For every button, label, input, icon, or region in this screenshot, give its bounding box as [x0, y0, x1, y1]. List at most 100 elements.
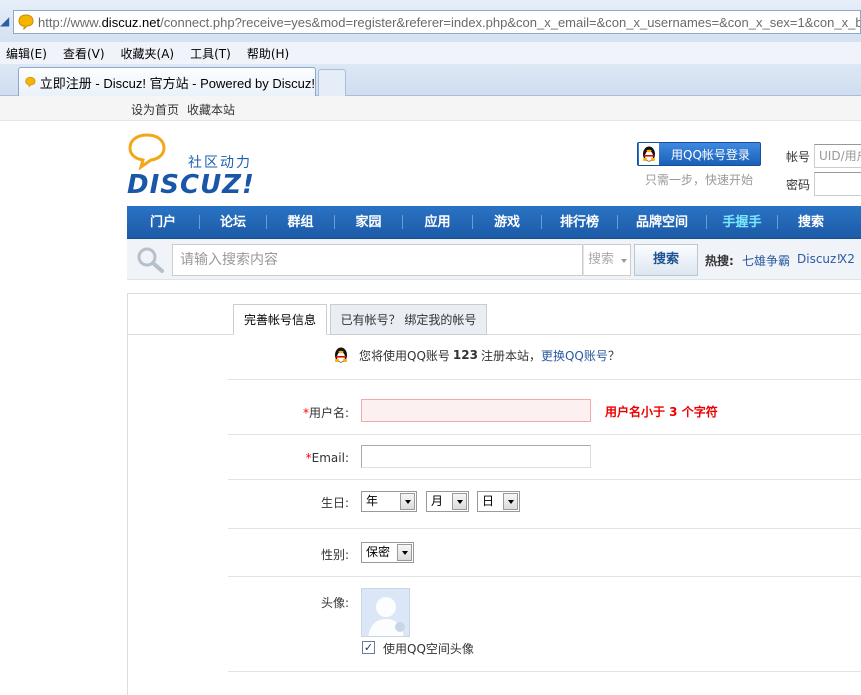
menu-bar: 编辑(E) 查看(V) 收藏夹(A) 工具(T) 帮助(H): [0, 42, 861, 64]
browser-tab-row: 立即注册 - Discuz! 官方站 - Powered by Discuz!: [0, 64, 861, 96]
nav-games[interactable]: 游戏: [473, 206, 541, 239]
chevron-down-icon: [452, 493, 467, 510]
address-row: ◢ http://www.discuz.net/connect.php?rece…: [0, 0, 861, 42]
menu-favorites[interactable]: 收藏夹(A): [121, 45, 175, 62]
birthday-label: 生日:: [320, 496, 349, 510]
site-topbar: 设为首页 收藏本站: [0, 96, 861, 121]
email-label: *Email:: [306, 451, 349, 465]
search-type-select[interactable]: 搜索: [583, 244, 631, 276]
account-input[interactable]: UID/用户: [814, 144, 861, 168]
use-qq-avatar-checkbox[interactable]: ✓: [362, 641, 375, 654]
search-button[interactable]: 搜索: [634, 244, 698, 276]
search-icon: [137, 247, 164, 273]
qq-login-button[interactable]: 用QQ帐号登录: [637, 142, 761, 166]
menu-tools[interactable]: 工具(T): [190, 45, 231, 62]
search-type-value: 搜索: [588, 252, 615, 267]
gender-label: 性别:: [320, 548, 349, 562]
hot-search-link[interactable]: 七雄争霸: [742, 252, 790, 269]
nav-apps[interactable]: 应用: [403, 206, 472, 239]
register-panel: 完善帐号信息 已有帐号？ 绑定我的帐号 您将使用QQ账号 123 注册本站， 更…: [127, 293, 861, 695]
site-logo[interactable]: 社区动力 DISCUZ!: [127, 132, 267, 200]
row-divider: [228, 671, 861, 672]
chevron-down-icon: [400, 493, 415, 510]
use-qq-avatar-label: 使用QQ空间头像: [383, 642, 474, 656]
nav-brand-space[interactable]: 品牌空间: [618, 206, 706, 239]
account-label: 帐号: [786, 150, 811, 164]
row-divider: [228, 576, 861, 577]
row-divider: [228, 479, 861, 480]
menu-view[interactable]: 查看(V): [63, 45, 105, 62]
username-label: *用户名:: [303, 404, 349, 421]
logo-wordmark: DISCUZ!: [127, 170, 255, 200]
qq-notice: 您将使用QQ账号 123 注册本站， 更换QQ账号 ？: [333, 346, 620, 364]
row-divider: [228, 379, 861, 380]
chevron-down-icon: [621, 259, 627, 263]
bookmark-link[interactable]: 收藏本站: [187, 101, 235, 118]
back-arrow-icon[interactable]: ◢: [0, 14, 9, 30]
avatar-label: 头像:: [320, 596, 349, 610]
username-label-text: 用户名:: [308, 406, 349, 420]
main-nav: 门户 论坛 群组 家园 应用 游戏 排行榜 品牌空间 手握手 搜索: [127, 206, 861, 239]
tab-complete-info[interactable]: 完善帐号信息: [233, 304, 327, 335]
default-avatar-icon: [368, 597, 405, 636]
birth-day-select[interactable]: 日: [477, 491, 520, 512]
url-text: http://www.discuz.net/connect.php?receiv…: [38, 14, 861, 30]
notice-prefix: 您将使用QQ账号: [359, 348, 450, 363]
hot-search-link[interactable]: Discuz!: [797, 252, 841, 266]
password-input[interactable]: [814, 172, 861, 196]
birth-month-value: 月: [431, 494, 444, 508]
nav-group[interactable]: 群组: [267, 206, 334, 239]
row-divider: [228, 528, 861, 529]
email-input[interactable]: [361, 445, 591, 468]
tab-bind-account[interactable]: 已有帐号？ 绑定我的帐号: [330, 304, 487, 335]
menu-help[interactable]: 帮助(H): [247, 45, 289, 62]
speech-bubble-icon: [128, 133, 166, 170]
change-qq-link[interactable]: 更换QQ账号: [541, 347, 608, 364]
gender-select[interactable]: 保密: [361, 542, 414, 563]
set-home-link[interactable]: 设为首页: [131, 101, 179, 118]
browser-tab-title: 立即注册 - Discuz! 官方站 - Powered by Discuz!: [39, 75, 315, 91]
notice-suffix: ？: [607, 348, 620, 363]
birth-day-value: 日: [482, 494, 495, 508]
url-rest: /connect.php?receive=yes&mod=register&re…: [160, 14, 861, 30]
avatar: [361, 588, 410, 637]
nav-portal[interactable]: 门户: [127, 206, 199, 239]
birth-month-select[interactable]: 月: [426, 491, 469, 512]
email-label-text: Email:: [311, 451, 349, 465]
tab-favicon-icon: [25, 76, 36, 88]
nav-forum[interactable]: 论坛: [200, 206, 266, 239]
hot-search-link[interactable]: X2: [839, 252, 855, 266]
qq-login-label: 用QQ帐号登录: [671, 147, 750, 162]
favicon-icon: [18, 14, 34, 30]
qq-penguin-icon: [639, 143, 659, 165]
search-input[interactable]: 请输入搜索内容: [172, 244, 583, 276]
search-bar: 请输入搜索内容 搜索 搜索 热搜: 七雄争霸 Discuz! X2: [127, 239, 861, 280]
hot-search-label: 热搜:: [705, 254, 734, 268]
logo-slogan: 社区动力: [188, 155, 252, 171]
browser-tab-active[interactable]: 立即注册 - Discuz! 官方站 - Powered by Discuz!: [18, 67, 316, 96]
chevron-down-icon: [397, 544, 412, 561]
url-scheme: http://www.: [38, 14, 102, 30]
menu-edit[interactable]: 编辑(E): [6, 45, 47, 62]
username-input[interactable]: [361, 399, 591, 422]
nav-handshake[interactable]: 手握手: [707, 206, 777, 239]
page: 设为首页 收藏本站 社区动力 DISCUZ! 用QQ帐号登录 只需一步，快速开始…: [0, 96, 861, 695]
address-bar[interactable]: http://www.discuz.net/connect.php?receiv…: [13, 10, 861, 34]
nav-ranking[interactable]: 排行榜: [542, 206, 617, 239]
notice-mid: 注册本站，: [480, 348, 541, 363]
username-error: 用户名小于 3 个字符: [605, 405, 718, 419]
password-label: 密码: [786, 178, 811, 192]
qq-login-tip: 只需一步，快速开始: [645, 173, 754, 187]
row-divider: [228, 434, 861, 435]
qq-penguin-icon: [335, 347, 347, 363]
notice-account: 123: [452, 348, 478, 362]
birth-year-value: 年: [366, 494, 379, 508]
birth-year-select[interactable]: 年: [361, 491, 417, 512]
nav-search[interactable]: 搜索: [778, 206, 844, 239]
nav-home[interactable]: 家园: [335, 206, 402, 239]
url-domain: discuz.net: [101, 14, 161, 30]
gender-value: 保密: [366, 545, 391, 559]
new-tab-button[interactable]: [318, 69, 346, 96]
browser-chrome: ◢ http://www.discuz.net/connect.php?rece…: [0, 0, 861, 96]
chevron-down-icon: [503, 493, 518, 510]
